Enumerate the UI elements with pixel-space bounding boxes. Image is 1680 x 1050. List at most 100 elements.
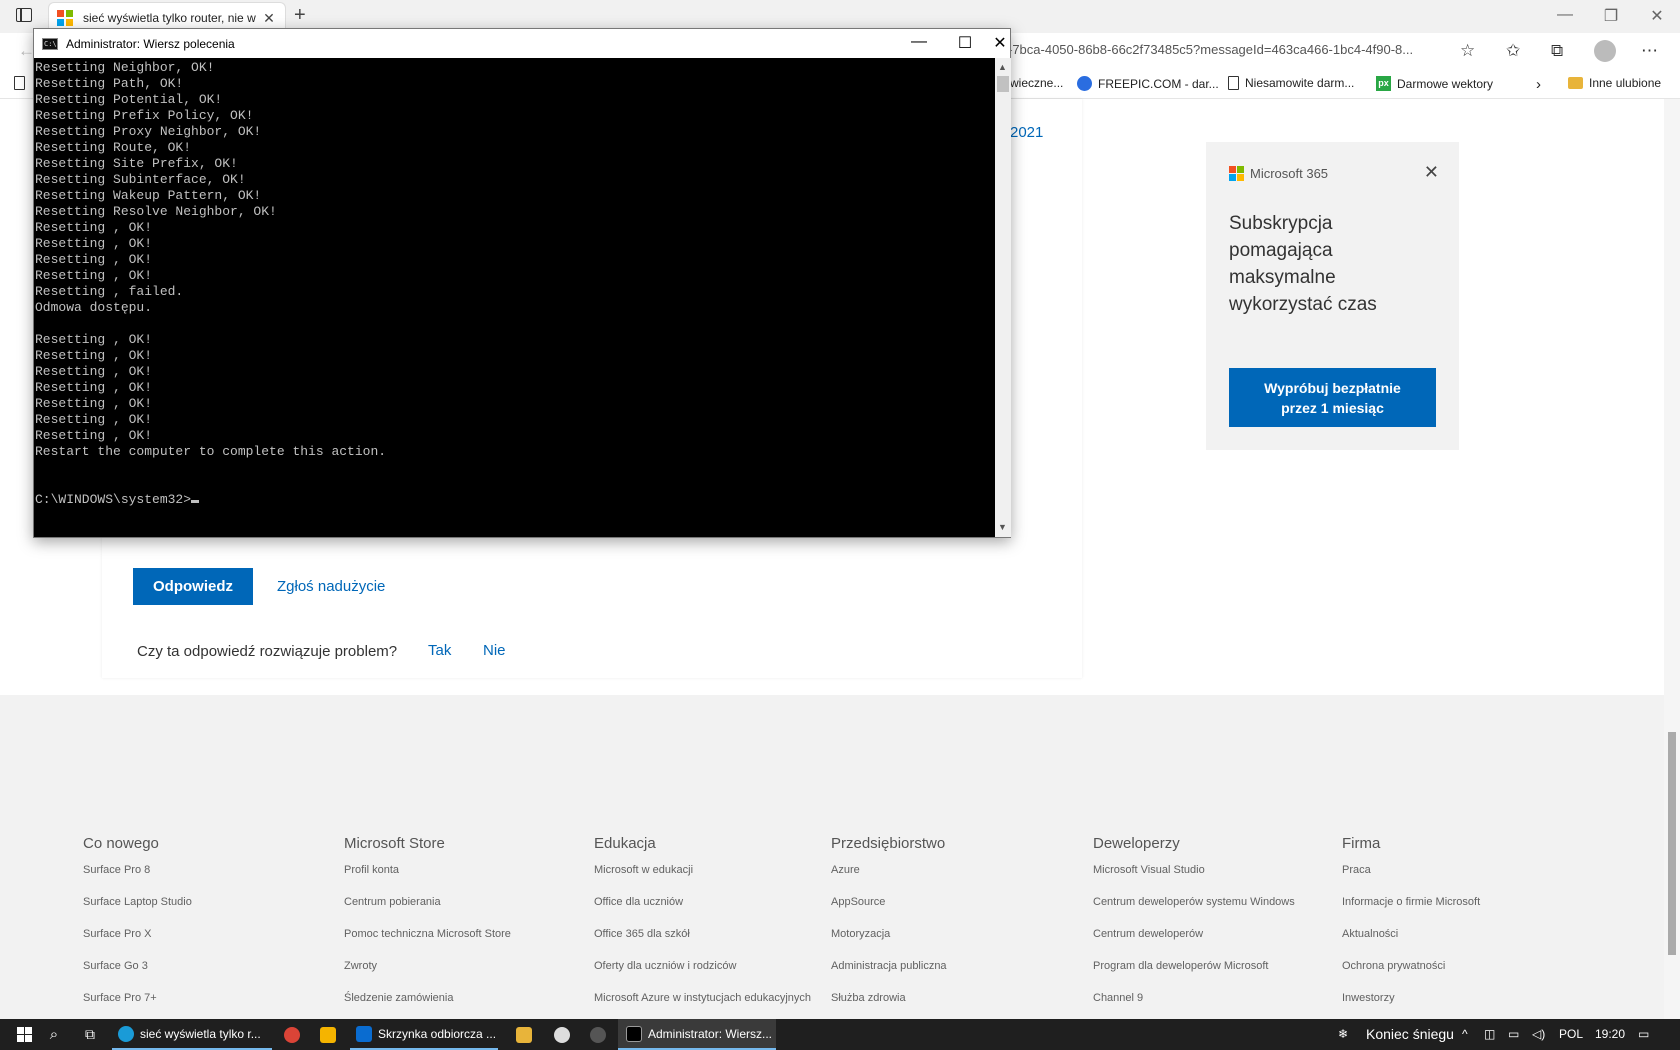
footer-link[interactable]: Motoryzacja (831, 928, 947, 960)
cmd-line: Resetting Prefix Policy, OK! (35, 108, 254, 123)
footer-link[interactable]: Program dla deweloperów Microsoft (1093, 960, 1295, 992)
close-icon[interactable]: ✕ (988, 33, 1012, 53)
language-indicator[interactable]: POL (1559, 1027, 1583, 1041)
cmd-line: Resetting , OK! (35, 348, 153, 363)
page-icon (1228, 76, 1239, 90)
scrollbar-thumb[interactable] (997, 76, 1009, 92)
taskbar-mail[interactable]: Skrzynka odbiorcza ... (350, 1019, 498, 1050)
scrollbar-thumb[interactable] (1668, 732, 1676, 955)
footer-heading: Edukacja (594, 835, 656, 852)
favorites-overflow-chevron-icon[interactable]: › (1536, 76, 1541, 93)
footer-link[interactable]: Informacje o firmie Microsoft (1342, 896, 1480, 928)
scroll-down-icon[interactable]: ▼ (998, 522, 1007, 532)
task-view-icon[interactable]: ⧉ (80, 1019, 100, 1050)
cmd-line: Resetting Resolve Neighbor, OK! (35, 204, 277, 219)
favorite-item[interactable]: px Darmowe wektory (1376, 76, 1493, 91)
no-link[interactable]: Nie (483, 642, 506, 659)
start-button[interactable] (8, 1019, 40, 1050)
taskbar-cmd[interactable]: Administrator: Wiersz... (618, 1019, 776, 1050)
footer-link[interactable]: Surface Pro X (83, 928, 192, 960)
footer-link[interactable]: Office 365 dla szkół (594, 928, 811, 960)
try-free-button[interactable]: Wypróbuj bezpłatnie przez 1 miesiąc (1229, 368, 1436, 427)
tab-close-icon[interactable]: ✕ (261, 10, 277, 27)
footer-link[interactable]: Pomoc techniczna Microsoft Store (344, 928, 511, 960)
footer-link[interactable]: Administracja publiczna (831, 960, 947, 992)
volume-icon[interactable]: ◁) (1532, 1027, 1545, 1041)
footer-link[interactable]: Centrum deweloperów systemu Windows (1093, 896, 1295, 928)
footer-link[interactable]: Zwroty (344, 960, 511, 992)
footer-link[interactable]: Surface Go 3 (83, 960, 192, 992)
network-icon[interactable]: ▭ (1508, 1027, 1519, 1041)
taskbar-store[interactable] (318, 1019, 338, 1050)
favorite-label: Darmowe wektory (1397, 76, 1494, 91)
cmd-title-bar[interactable]: C:\ Administrator: Wiersz polecenia — ☐ … (34, 29, 1010, 58)
footer-link[interactable]: Microsoft Visual Studio (1093, 864, 1295, 896)
footer-link[interactable]: Surface Pro 8 (83, 864, 192, 896)
footer-link[interactable]: Praca (1342, 864, 1480, 896)
restore-icon[interactable]: ❐ (1588, 6, 1634, 26)
favorites-icon[interactable]: ✩ (1506, 41, 1520, 61)
cmd-output[interactable]: Resetting Neighbor, OK! Resetting Path, O… (34, 58, 995, 537)
profile-avatar[interactable] (1594, 40, 1616, 62)
footer-link[interactable]: Aktualności (1342, 928, 1480, 960)
report-abuse-link[interactable]: Zgłoś nadużycie (277, 578, 385, 595)
more-icon[interactable]: ⋯ (1641, 41, 1658, 61)
cmd-line (35, 460, 994, 476)
yes-link[interactable]: Tak (428, 642, 451, 659)
footer-link[interactable]: Surface Laptop Studio (83, 896, 192, 928)
weather-icon[interactable]: ❄ (1338, 1027, 1348, 1041)
taskbar-app[interactable] (552, 1019, 572, 1050)
weather-text[interactable]: Koniec śniegu (1366, 1026, 1454, 1042)
date-link[interactable]: 2021 (1010, 124, 1043, 141)
footer-link[interactable]: Oferty dla uczniów i rodziców (594, 960, 811, 992)
maximize-icon[interactable]: ☐ (942, 33, 988, 53)
close-icon[interactable]: ✕ (1424, 162, 1439, 183)
footer-link[interactable]: Microsoft w edukacji (594, 864, 811, 896)
new-tab-icon[interactable]: + (294, 4, 306, 27)
footer-link[interactable]: Office dla uczniów (594, 896, 811, 928)
show-hidden-icons-icon[interactable]: ^ (1462, 1027, 1468, 1041)
footer-link[interactable]: Centrum pobierania (344, 896, 511, 928)
px-icon: px (1376, 76, 1391, 91)
footer-link[interactable]: Centrum deweloperów (1093, 928, 1295, 960)
url-field[interactable]: -7bca-4050-86b8-66c2f73485c5?messageId=4… (1008, 42, 1413, 57)
minimize-icon[interactable]: — (1542, 6, 1588, 24)
clock[interactable]: 19:20 (1595, 1027, 1625, 1041)
footer-link[interactable]: Ochrona prywatności (1342, 960, 1480, 992)
notifications-icon[interactable]: ▭ (1638, 1027, 1649, 1041)
cmd-icon (626, 1025, 642, 1042)
taskbar-explorer[interactable] (514, 1019, 534, 1050)
cmd-line: Resetting Path, OK! (35, 76, 184, 91)
cmd-scrollbar[interactable]: ▲ ▼ (995, 58, 1011, 537)
cmd-window: C:\ Administrator: Wiersz polecenia — ☐ … (33, 28, 1011, 538)
tab-actions-icon[interactable] (16, 8, 32, 22)
search-icon[interactable]: ⌕ (44, 1019, 64, 1050)
collections-icon[interactable]: ⧉ (1551, 41, 1563, 61)
taskbar-edge[interactable]: sieć wyświetla tylko r... (112, 1019, 272, 1050)
footer-heading: Co nowego (83, 835, 159, 852)
favorite-folder[interactable]: Inne ulubione (1568, 76, 1661, 90)
footer-link[interactable]: Profil konta (344, 864, 511, 896)
taskbar-app[interactable] (588, 1019, 608, 1050)
cmd-line: Resetting , OK! (35, 268, 153, 283)
favorite-item[interactable]: FREEPIC.COM - dar... (1077, 76, 1219, 91)
favorite-label: FREEPIC.COM - dar... (1098, 76, 1219, 91)
scroll-up-icon[interactable]: ▲ (998, 62, 1007, 72)
favorite-item[interactable]: wieczne... (1010, 76, 1063, 90)
add-favorite-icon[interactable]: ☆ (1460, 41, 1475, 61)
minimize-icon[interactable]: — (896, 33, 942, 51)
reply-button[interactable]: Odpowiedz (133, 568, 253, 605)
cmd-line: Resetting Proxy Neighbor, OK! (35, 124, 262, 139)
page-scrollbar[interactable] (1664, 99, 1680, 1019)
close-icon[interactable]: ✕ (1634, 6, 1680, 26)
footer-link[interactable]: AppSource (831, 896, 947, 928)
footer-link[interactable]: Azure (831, 864, 947, 896)
taskbar-chrome[interactable] (282, 1019, 302, 1050)
windows-logo-icon (16, 1027, 32, 1042)
favorite-item[interactable]: Niesamowite darm... (1228, 76, 1354, 90)
favorite-page-icon[interactable] (14, 76, 25, 90)
footer-column: Edukacja Microsoft w edukacji Office dla… (594, 835, 811, 1024)
microsoft-365-logo: Microsoft 365 (1229, 166, 1328, 181)
cmd-line: Resetting , OK! (35, 380, 153, 395)
meet-icon[interactable]: ◫ (1484, 1027, 1495, 1041)
